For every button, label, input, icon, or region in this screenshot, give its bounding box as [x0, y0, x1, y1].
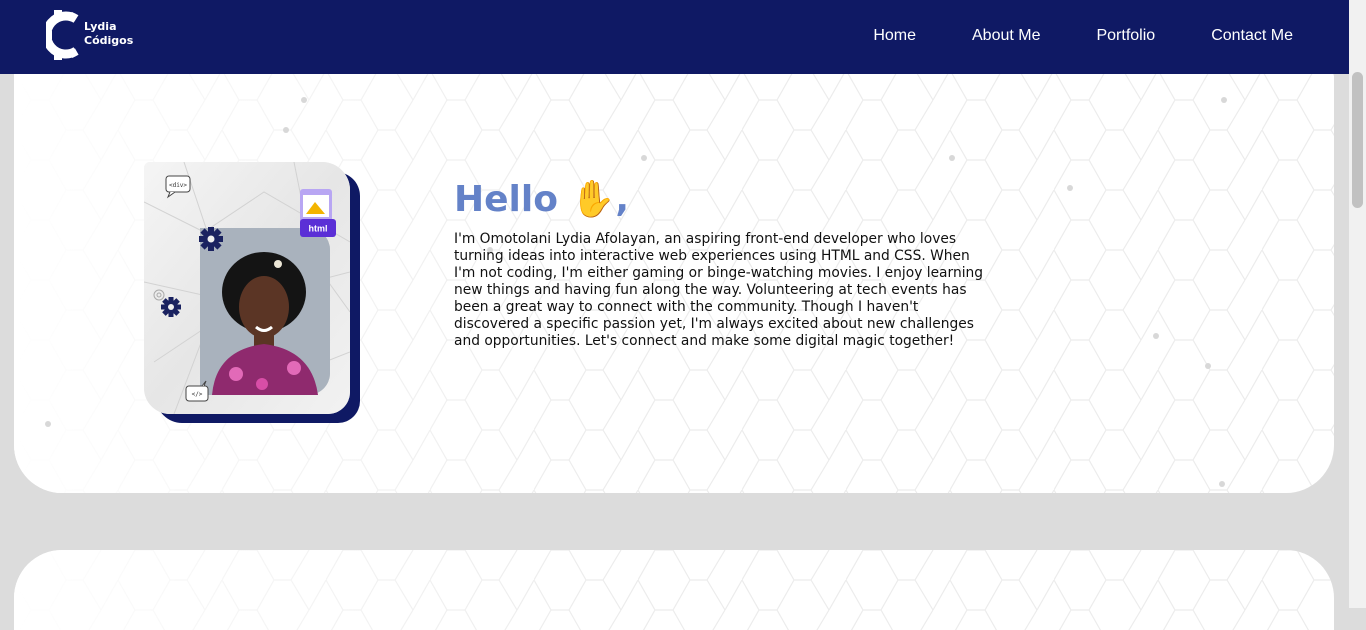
logo-line-1: Lydia — [84, 20, 117, 33]
site-logo[interactable]: Lydia Códigos — [46, 10, 136, 62]
scrollbar-thumb[interactable] — [1352, 72, 1363, 208]
html-window-icon: html — [300, 189, 336, 237]
greeting-comma: , — [615, 179, 630, 220]
navbar: Lydia Códigos Home About Me Portfolio Co… — [0, 0, 1349, 74]
photo-frame: <div> html </> — [144, 162, 350, 414]
page-scrollbar[interactable] — [1349, 0, 1366, 608]
nav-portfolio-link[interactable]: Portfolio — [1096, 27, 1155, 45]
nav-contact-link[interactable]: Contact Me — [1211, 27, 1293, 45]
nav-home-link[interactable]: Home — [873, 27, 916, 45]
hero-greeting: Hello ✋, — [454, 178, 629, 222]
hero-section: <div> html </> Hello ✋, I'm Omotolani Ly… — [14, 40, 1334, 493]
svg-text:<div>: <div> — [169, 182, 187, 189]
profile-illustration: <div> html </> — [144, 162, 350, 414]
main-nav: Home About Me Portfolio Contact Me — [873, 27, 1293, 45]
gear-icon — [199, 227, 223, 251]
logo-text: Lydia Códigos — [84, 20, 133, 48]
greeting-text: Hello — [454, 179, 558, 220]
wave-hand-icon: ✋ — [570, 179, 616, 220]
logo-line-2: Códigos — [84, 34, 134, 47]
svg-text:html: html — [309, 224, 328, 234]
nav-about-link[interactable]: About Me — [972, 27, 1040, 45]
next-section — [14, 550, 1334, 630]
svg-text:</>: </> — [192, 391, 203, 398]
hero-bio: I'm Omotolani Lydia Afolayan, an aspirin… — [454, 231, 984, 349]
gear-c-logo-icon — [46, 10, 79, 60]
hexagon-pattern-background-2 — [14, 550, 1334, 630]
profile-photo-card: <div> html </> — [144, 162, 360, 424]
gear-small-icon — [161, 297, 181, 317]
